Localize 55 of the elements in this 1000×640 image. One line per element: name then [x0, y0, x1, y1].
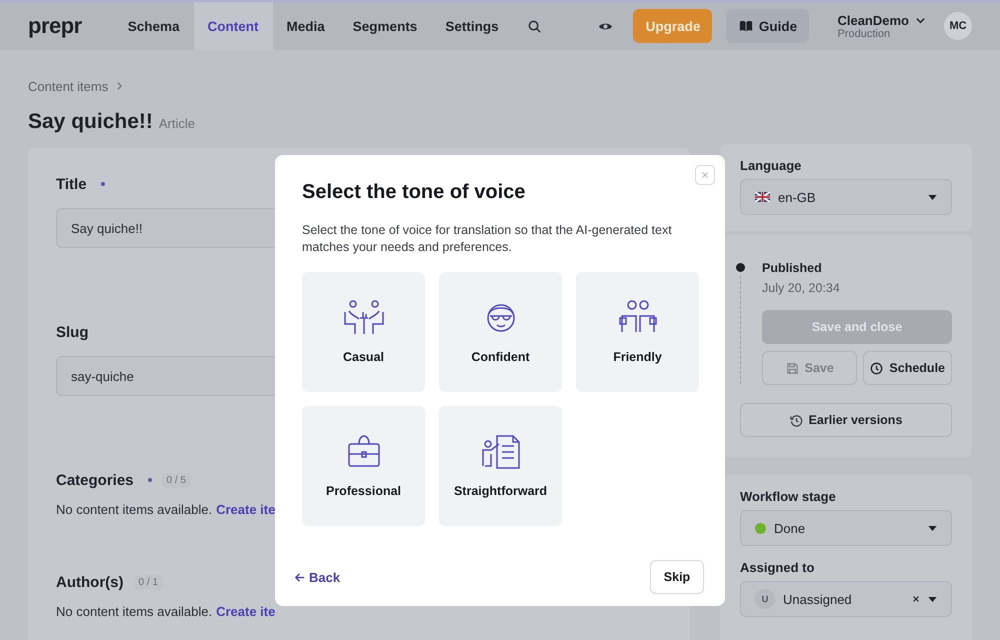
user-avatar[interactable]: MC: [944, 12, 972, 40]
language-select[interactable]: en-GB: [740, 179, 952, 215]
history-icon: [790, 414, 803, 426]
status-label: Published: [762, 261, 823, 275]
workflow-label: Workflow stage: [740, 489, 837, 504]
tone-option[interactable]: Straightforward: [439, 406, 562, 526]
account-name[interactable]: CleanDemo: [837, 12, 909, 28]
close-icon: [700, 170, 710, 180]
book-icon: [738, 19, 753, 33]
nav-tab[interactable]: Segments: [338, 2, 432, 50]
create-item-link[interactable]: Create ite: [216, 502, 276, 517]
empty-message: No content items available.: [56, 502, 212, 517]
field-label: Slug: [56, 324, 88, 340]
tone-option[interactable]: Confident: [439, 272, 562, 392]
skip-button[interactable]: Skip: [650, 560, 704, 594]
field-label: Categories: [56, 472, 134, 488]
guide-button[interactable]: Guide: [726, 9, 810, 43]
workflow-select[interactable]: Done: [740, 510, 952, 546]
language-label: Language: [740, 158, 802, 173]
item-count: 0 / 5: [162, 472, 191, 488]
caret-icon: [928, 194, 937, 200]
user-initial: U: [755, 589, 775, 609]
environment-label: Production: [837, 28, 892, 40]
dialog-title: Select the tone of voice: [302, 181, 526, 204]
back-link[interactable]: Back: [294, 570, 340, 584]
search-icon[interactable]: [526, 18, 542, 34]
dialog-description: Select the tone of voice for translation so that the AI-generated text matches your needs and preferences.: [302, 222, 673, 256]
status-date: July 20, 20:34: [762, 281, 841, 295]
assignee-select[interactable]: U Unassigned: [740, 581, 952, 617]
field-label: Title: [56, 176, 87, 192]
assigned-label: Assigned to: [740, 560, 816, 575]
empty-message: No content items available.: [56, 604, 212, 619]
caret-icon: [928, 596, 937, 602]
tone-option[interactable]: Casual: [302, 272, 425, 392]
schedule-button[interactable]: Schedule: [863, 351, 952, 385]
earlier-versions-button[interactable]: Earlier versions: [740, 403, 952, 437]
flag-icon: [755, 192, 770, 202]
create-item-link[interactable]: Create ite: [216, 604, 276, 619]
chevron-right-icon: [116, 81, 124, 91]
arrow-left-icon: [294, 572, 305, 582]
logo[interactable]: prepr: [28, 13, 82, 39]
field-label: Author(s): [56, 574, 124, 590]
page-title: Say quiche!!: [28, 110, 153, 134]
item-count: 0 / 1: [134, 574, 163, 590]
tone-option[interactable]: Professional: [302, 406, 425, 526]
nav-tab[interactable]: Settings: [431, 2, 513, 50]
status-dot: [736, 263, 745, 272]
tone-option[interactable]: Friendly: [576, 272, 699, 392]
clock-icon: [870, 362, 884, 374]
content-type-label: Article: [158, 116, 195, 131]
clear-icon[interactable]: [912, 595, 920, 603]
nav-tab[interactable]: Schema: [114, 2, 194, 50]
caret-icon: [928, 526, 937, 530]
nav-tab[interactable]: Content: [194, 2, 273, 50]
nav-tab[interactable]: Media: [272, 2, 339, 50]
